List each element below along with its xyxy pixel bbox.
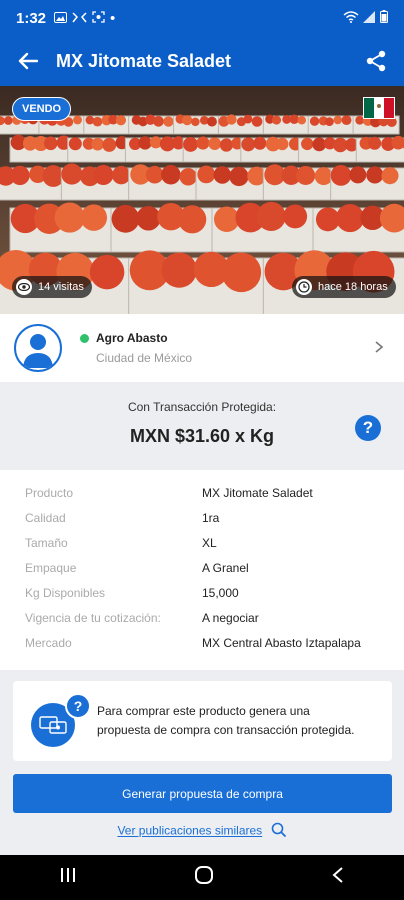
- system-nav-bar: [0, 855, 404, 900]
- price-value: MXN $31.60 x Kg: [129, 426, 275, 446]
- protected-purchase-icon: ?: [13, 681, 91, 761]
- views-count: 14 visitas: [38, 281, 84, 293]
- search-icon[interactable]: [271, 822, 287, 841]
- help-button[interactable]: ?: [355, 415, 381, 441]
- status-time: 1:32: [16, 9, 47, 27]
- seller-avatar: [14, 324, 62, 372]
- info-line-2: propuesta de compra con transacción prot…: [97, 723, 355, 737]
- recent-apps-icon[interactable]: [59, 867, 77, 888]
- posted-pill: hace 18 horas: [292, 276, 396, 298]
- app-bar: MX Jitomate Saladet: [0, 36, 404, 86]
- posted-time: hace 18 horas: [318, 281, 388, 293]
- detail-row: Producto MX Jitomate Saladet: [25, 486, 313, 500]
- detail-row: Vigencia de tu cotización: A negociar: [25, 611, 259, 625]
- detail-key: Tamaño: [25, 536, 68, 550]
- nfc-icon: [72, 10, 87, 27]
- detail-key: Calidad: [25, 511, 66, 525]
- arrow-left-icon: [18, 52, 38, 70]
- seller-name: Agro Abasto: [96, 331, 168, 345]
- detail-key: Empaque: [25, 561, 77, 575]
- page-title: MX Jitomate Saladet: [56, 50, 232, 71]
- detail-key: Mercado: [25, 636, 72, 650]
- detail-key: Producto: [25, 486, 74, 500]
- clock-icon: [296, 279, 312, 295]
- info-card: ? Para comprar este producto genera una …: [13, 681, 392, 761]
- seller-city: Ciudad de México: [96, 351, 193, 365]
- chevron-right-icon: [374, 338, 404, 359]
- detail-key: Vigencia de tu cotización:: [25, 611, 161, 625]
- detail-value: A Granel: [202, 561, 249, 575]
- question-badge-icon: ?: [65, 693, 91, 719]
- detail-value: 15,000: [202, 586, 239, 600]
- detail-value: A negociar: [202, 611, 259, 625]
- detail-value: 1ra: [202, 511, 220, 525]
- scan-icon: [92, 10, 105, 27]
- detail-value: MX Jitomate Saladet: [202, 486, 313, 500]
- detail-value: XL: [202, 536, 217, 550]
- share-button[interactable]: [348, 36, 404, 86]
- eye-icon: [16, 279, 32, 295]
- signal-icon: [363, 10, 376, 27]
- generate-proposal-button[interactable]: Generar propuesta de compra: [13, 774, 392, 813]
- similar-posts-link-row: Ver publicaciones similares: [0, 822, 404, 841]
- detail-value: MX Central Abasto Iztapalapa: [202, 636, 361, 650]
- views-pill: 14 visitas: [12, 276, 92, 298]
- detail-row: Empaque A Granel: [25, 561, 249, 575]
- battery-icon: [380, 9, 388, 27]
- online-status-icon: [80, 333, 89, 343]
- wifi-icon: [343, 10, 359, 27]
- status-bar: 1:32 •: [0, 0, 404, 36]
- gallery-icon: [54, 10, 68, 27]
- sale-badge: VENDO: [12, 97, 72, 121]
- detail-row: Calidad 1ra: [25, 511, 219, 525]
- dot-icon: •: [110, 9, 116, 27]
- back-nav-icon[interactable]: [331, 866, 345, 889]
- price-section: Con Transacción Protegida: MXN $31.60 x …: [0, 384, 404, 470]
- detail-row: Kg Disponibles 15,000: [25, 586, 239, 600]
- share-icon: [366, 50, 386, 72]
- question-icon: ?: [362, 418, 374, 437]
- seller-row[interactable]: Agro Abasto Ciudad de México: [0, 314, 404, 382]
- back-button[interactable]: [0, 36, 56, 86]
- detail-row: Mercado MX Central Abasto Iztapalapa: [25, 636, 361, 650]
- similar-posts-link[interactable]: Ver publicaciones similares: [117, 824, 262, 838]
- user-icon: [23, 334, 53, 368]
- mexico-flag-icon: [363, 97, 395, 119]
- detail-row: Tamaño XL: [25, 536, 217, 550]
- detail-key: Kg Disponibles: [25, 586, 106, 600]
- home-icon[interactable]: [194, 865, 214, 890]
- product-details: Producto MX Jitomate Saladet Calidad 1ra T…: [0, 470, 404, 670]
- info-line-1: Para comprar este producto genera una: [97, 704, 310, 718]
- price-label: Con Transacción Protegida:: [127, 400, 277, 414]
